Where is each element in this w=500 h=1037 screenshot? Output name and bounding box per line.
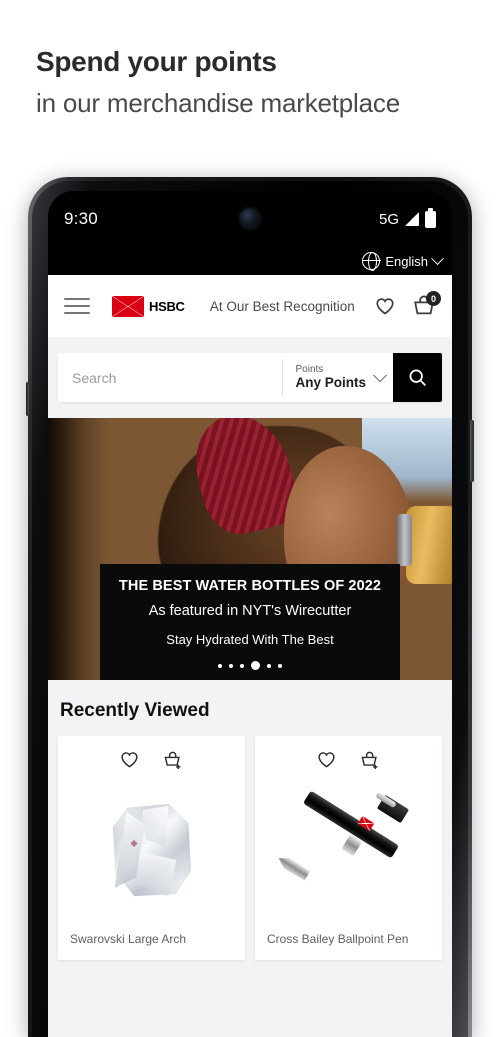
product-card-list: Swarovski Large Arch Cross Bailey Ballpo… xyxy=(58,736,442,960)
chevron-down-icon xyxy=(372,367,388,382)
points-filter-dropdown[interactable]: Points Any Points xyxy=(283,353,393,402)
ballpoint-pen-image xyxy=(283,790,415,911)
search-input[interactable] xyxy=(58,353,283,402)
hero-subheadline: As featured in NYT's Wirecutter xyxy=(148,603,352,619)
recently-viewed-section: Recently Viewed Swarovski Large Arch Cro… xyxy=(48,680,452,960)
globe-icon xyxy=(361,251,381,271)
carousel-dot[interactable] xyxy=(229,663,233,668)
product-card[interactable]: Swarovski Large Arch xyxy=(58,736,245,960)
network-type-label: 5G xyxy=(378,210,399,228)
hero-tagline: Stay Hydrated With The Best xyxy=(166,632,334,647)
cart-count-badge: 0 xyxy=(426,291,441,306)
language-bar[interactable]: English xyxy=(48,247,452,275)
hsbc-hexagon-logo-icon xyxy=(112,295,144,317)
promo-header: Spend your points in our merchandise mar… xyxy=(0,0,500,121)
app-navbar: HSBC At Our Best Recognition 0 xyxy=(48,275,452,337)
language-label: English xyxy=(385,253,428,269)
search-section: Points Any Points xyxy=(48,337,452,418)
phone-screen: 9:30 5G English HSBC At Our Best Recogni… xyxy=(48,191,452,1037)
chevron-down-icon xyxy=(431,251,444,265)
app-content: HSBC At Our Best Recognition 0 Search Po… xyxy=(48,275,452,1037)
carousel-dot[interactable] xyxy=(218,663,222,668)
navbar-actions: 0 xyxy=(374,291,441,318)
product-card[interactable]: Cross Bailey Ballpoint Pen xyxy=(255,736,442,960)
carousel-dot[interactable] xyxy=(278,663,282,668)
phone-mockup: 9:30 5G English HSBC At Our Best Recogni… xyxy=(26,177,474,1037)
status-bar: 9:30 5G xyxy=(48,191,452,247)
hero-carousel[interactable]: THE BEST WATER BOTTLES OF 2022 As featur… xyxy=(48,418,452,680)
heart-icon[interactable] xyxy=(374,295,396,317)
status-time: 9:30 xyxy=(64,209,98,228)
points-filter-value: Any Points xyxy=(295,375,366,391)
signal-bars-icon xyxy=(405,212,419,226)
crystal-arch-award-image xyxy=(97,796,207,906)
add-to-basket-icon[interactable] xyxy=(359,749,381,776)
carousel-dot-active[interactable] xyxy=(251,661,260,670)
phone-volume-button[interactable] xyxy=(26,382,29,416)
heart-icon[interactable] xyxy=(316,749,337,776)
hsbc-logo-text: HSBC xyxy=(149,298,185,314)
hamburger-menu-icon[interactable] xyxy=(64,298,90,314)
product-image xyxy=(265,776,432,926)
points-filter-label: Points xyxy=(295,363,324,375)
promo-subtitle: in our merchandise marketplace xyxy=(36,88,400,118)
carousel-dot[interactable] xyxy=(240,663,244,668)
page-title: At Our Best Recognition xyxy=(209,298,355,314)
product-card-actions xyxy=(265,746,432,776)
add-to-basket-icon[interactable] xyxy=(162,749,184,776)
hero-headline: THE BEST WATER BOTTLES OF 2022 xyxy=(118,578,382,594)
product-image xyxy=(68,776,235,926)
front-camera-icon xyxy=(239,208,261,229)
promo-title: Spend your points xyxy=(36,46,277,77)
product-card-actions xyxy=(68,746,235,776)
carousel-dots[interactable] xyxy=(100,661,400,670)
hsbc-logo[interactable]: HSBC xyxy=(112,295,185,317)
product-name: Swarovski Large Arch xyxy=(70,932,187,946)
battery-full-icon xyxy=(425,207,436,228)
status-indicators: 5G xyxy=(379,191,436,247)
basket-icon[interactable]: 0 xyxy=(412,291,441,318)
carousel-dot[interactable] xyxy=(267,663,271,668)
product-name: Cross Bailey Ballpoint Pen xyxy=(267,932,409,946)
search-submit-button[interactable] xyxy=(393,353,442,402)
heart-icon[interactable] xyxy=(119,749,140,776)
hero-text-overlay: THE BEST WATER BOTTLES OF 2022 As featur… xyxy=(100,564,400,680)
phone-power-button[interactable] xyxy=(470,420,474,482)
search-bar: Points Any Points xyxy=(58,353,442,402)
section-title: Recently Viewed xyxy=(60,700,210,721)
